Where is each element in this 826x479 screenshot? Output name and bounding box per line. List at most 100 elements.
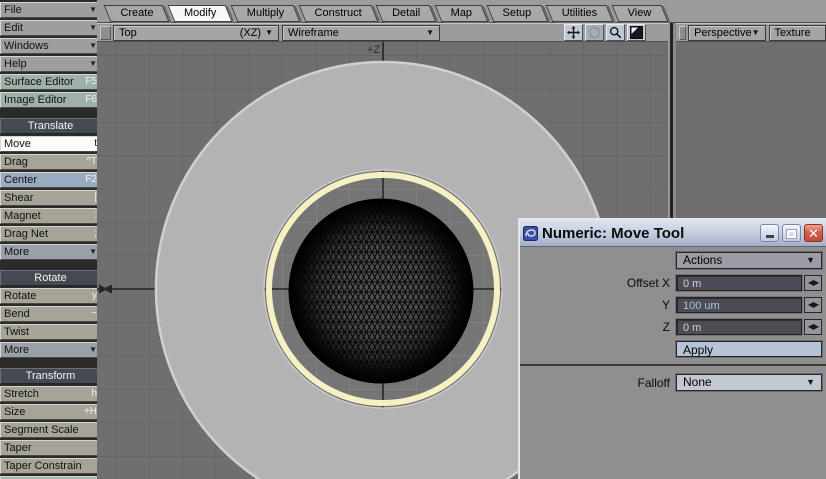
- view-type-dropdown[interactable]: Top (XZ) ▼: [113, 24, 279, 41]
- section-title: Translate: [27, 120, 74, 132]
- close-button[interactable]: ✕: [804, 224, 823, 242]
- tool-bend[interactable]: Bend ~: [0, 306, 101, 322]
- render-mode-dropdown[interactable]: Wireframe ▼: [282, 24, 440, 41]
- viewport-nav-icons: [562, 24, 646, 41]
- label: More: [4, 344, 30, 356]
- tool-move[interactable]: Move t: [0, 136, 101, 152]
- tool-twist[interactable]: Twist: [0, 324, 101, 340]
- apply-button[interactable]: Apply: [676, 340, 822, 357]
- menu-file[interactable]: File: [0, 2, 101, 18]
- actions-row: Actions ▼: [520, 252, 822, 269]
- dialog-title: Numeric: Move Tool: [542, 224, 685, 242]
- surface-editor-button[interactable]: Surface Editor F5: [0, 74, 101, 90]
- move-view-button[interactable]: [564, 24, 583, 41]
- view-type-dropdown[interactable]: Perspective ▼: [688, 24, 766, 41]
- tab-setup[interactable]: Setup: [486, 5, 548, 22]
- maximize-pane-button[interactable]: [627, 24, 646, 41]
- divider: [0, 262, 97, 270]
- wireframe-sphere[interactable]: [288, 198, 474, 384]
- label: Drag Net: [4, 228, 49, 240]
- offset-x-row: Offset X 0 m ◀▶: [520, 274, 822, 291]
- tab-create[interactable]: Create: [104, 5, 170, 22]
- tool-drag[interactable]: Drag ^T: [0, 154, 101, 170]
- offset-y-field[interactable]: 100 um: [676, 296, 802, 313]
- tab-multiply[interactable]: Multiply: [230, 5, 301, 22]
- falloff-row: Falloff None ▼: [520, 374, 822, 391]
- label: Rotate: [4, 290, 37, 302]
- tool-stretch[interactable]: Stretch h: [0, 386, 101, 402]
- label: Move: [4, 138, 31, 150]
- falloff-dropdown[interactable]: None ▼: [676, 374, 822, 391]
- lightwave-app-icon: [523, 225, 538, 241]
- tab-map[interactable]: Map: [434, 5, 489, 22]
- minimize-icon: [765, 235, 774, 238]
- offset-z-field[interactable]: 0 m: [676, 318, 802, 335]
- offset-x-label: Offset X: [626, 275, 670, 290]
- tab-label: Modify: [183, 7, 217, 19]
- tool-drag-net[interactable]: Drag Net;: [0, 226, 101, 242]
- tool-center[interactable]: Center F2: [0, 172, 101, 188]
- tool-rotate[interactable]: Rotate y: [0, 288, 101, 304]
- tool-shear[interactable]: Shear[: [0, 190, 101, 206]
- minimize-button[interactable]: [760, 224, 779, 242]
- label: Center: [4, 174, 38, 186]
- chevron-down-icon: ▼: [806, 255, 815, 265]
- label: Bend: [4, 308, 30, 320]
- offset-z-row: Z 0 m ◀▶: [520, 318, 822, 335]
- zoom-tool-icon: [609, 26, 622, 39]
- divider: [0, 110, 97, 118]
- dialog-divider: [520, 364, 826, 366]
- rotate-more-button[interactable]: More: [0, 342, 101, 358]
- label: Taper: [4, 442, 32, 454]
- main-tab-bar: Create Modify Multiply Construct Detail …: [97, 0, 826, 23]
- menu-edit[interactable]: Edit: [0, 20, 101, 36]
- offset-z-label: Z: [662, 319, 670, 334]
- pane-handle-icon[interactable]: [100, 25, 111, 40]
- label: Help: [4, 58, 27, 70]
- tool-taper[interactable]: Taper: [0, 440, 101, 456]
- chevron-down-icon: ▼: [751, 27, 760, 37]
- maximize-button[interactable]: [782, 224, 801, 242]
- image-editor-button[interactable]: Image Editor F6: [0, 92, 101, 108]
- offset-x-stepper[interactable]: ◀▶: [804, 274, 822, 291]
- tab-label: Construct: [314, 7, 362, 19]
- offset-z-stepper[interactable]: ◀▶: [804, 318, 822, 335]
- falloff-label: Falloff: [637, 375, 670, 390]
- section-translate: Translate: [0, 118, 101, 134]
- label: Shear: [4, 192, 34, 204]
- zoom-view-button[interactable]: [606, 24, 625, 41]
- numeric-move-tool-dialog: Numeric: Move Tool ✕ Actions ▼ Offset X …: [518, 218, 826, 479]
- tab-label: Utilities: [561, 7, 598, 19]
- apply-row: Apply: [520, 340, 822, 357]
- offset-y-label: Y: [661, 297, 670, 312]
- pane-handle-icon[interactable]: [679, 25, 687, 40]
- tool-magnet[interactable]: Magnet:: [0, 208, 101, 224]
- offset-y-stepper[interactable]: ◀▶: [804, 296, 822, 313]
- offset-x-field[interactable]: 0 m: [676, 274, 802, 291]
- render-mode-dropdown[interactable]: Texture: [768, 24, 826, 41]
- tool-segment-scale[interactable]: Segment Scale: [0, 422, 101, 438]
- tab-label: Setup: [502, 7, 532, 19]
- dialog-title-bar[interactable]: Numeric: Move Tool ✕: [520, 220, 826, 247]
- render-mode-value: Wireframe: [288, 26, 339, 39]
- actions-dropdown[interactable]: Actions ▼: [676, 252, 822, 269]
- close-icon: ✕: [808, 225, 819, 241]
- tool-taper-constrain[interactable]: Taper Constrain: [0, 458, 101, 474]
- tab-label: Multiply: [246, 7, 285, 19]
- translate-more-button[interactable]: More: [0, 244, 101, 260]
- tab-construct[interactable]: Construct: [298, 5, 379, 22]
- tab-detail[interactable]: Detail: [375, 5, 437, 22]
- rotate-view-button[interactable]: [585, 24, 604, 41]
- tab-view[interactable]: View: [611, 5, 668, 22]
- tab-modify[interactable]: Modify: [167, 5, 233, 22]
- label: Edit: [4, 22, 23, 34]
- label: Magnet: [4, 210, 41, 222]
- tool-size[interactable]: Size +H: [0, 404, 101, 420]
- shortcut: ^T: [86, 156, 97, 167]
- move-tool-icon: [567, 26, 580, 39]
- menu-windows[interactable]: Windows: [0, 38, 101, 54]
- menu-help[interactable]: Help: [0, 56, 101, 72]
- tab-utilities[interactable]: Utilities: [545, 5, 614, 22]
- label: Segment Scale: [4, 424, 79, 436]
- actions-label: Actions: [683, 253, 723, 267]
